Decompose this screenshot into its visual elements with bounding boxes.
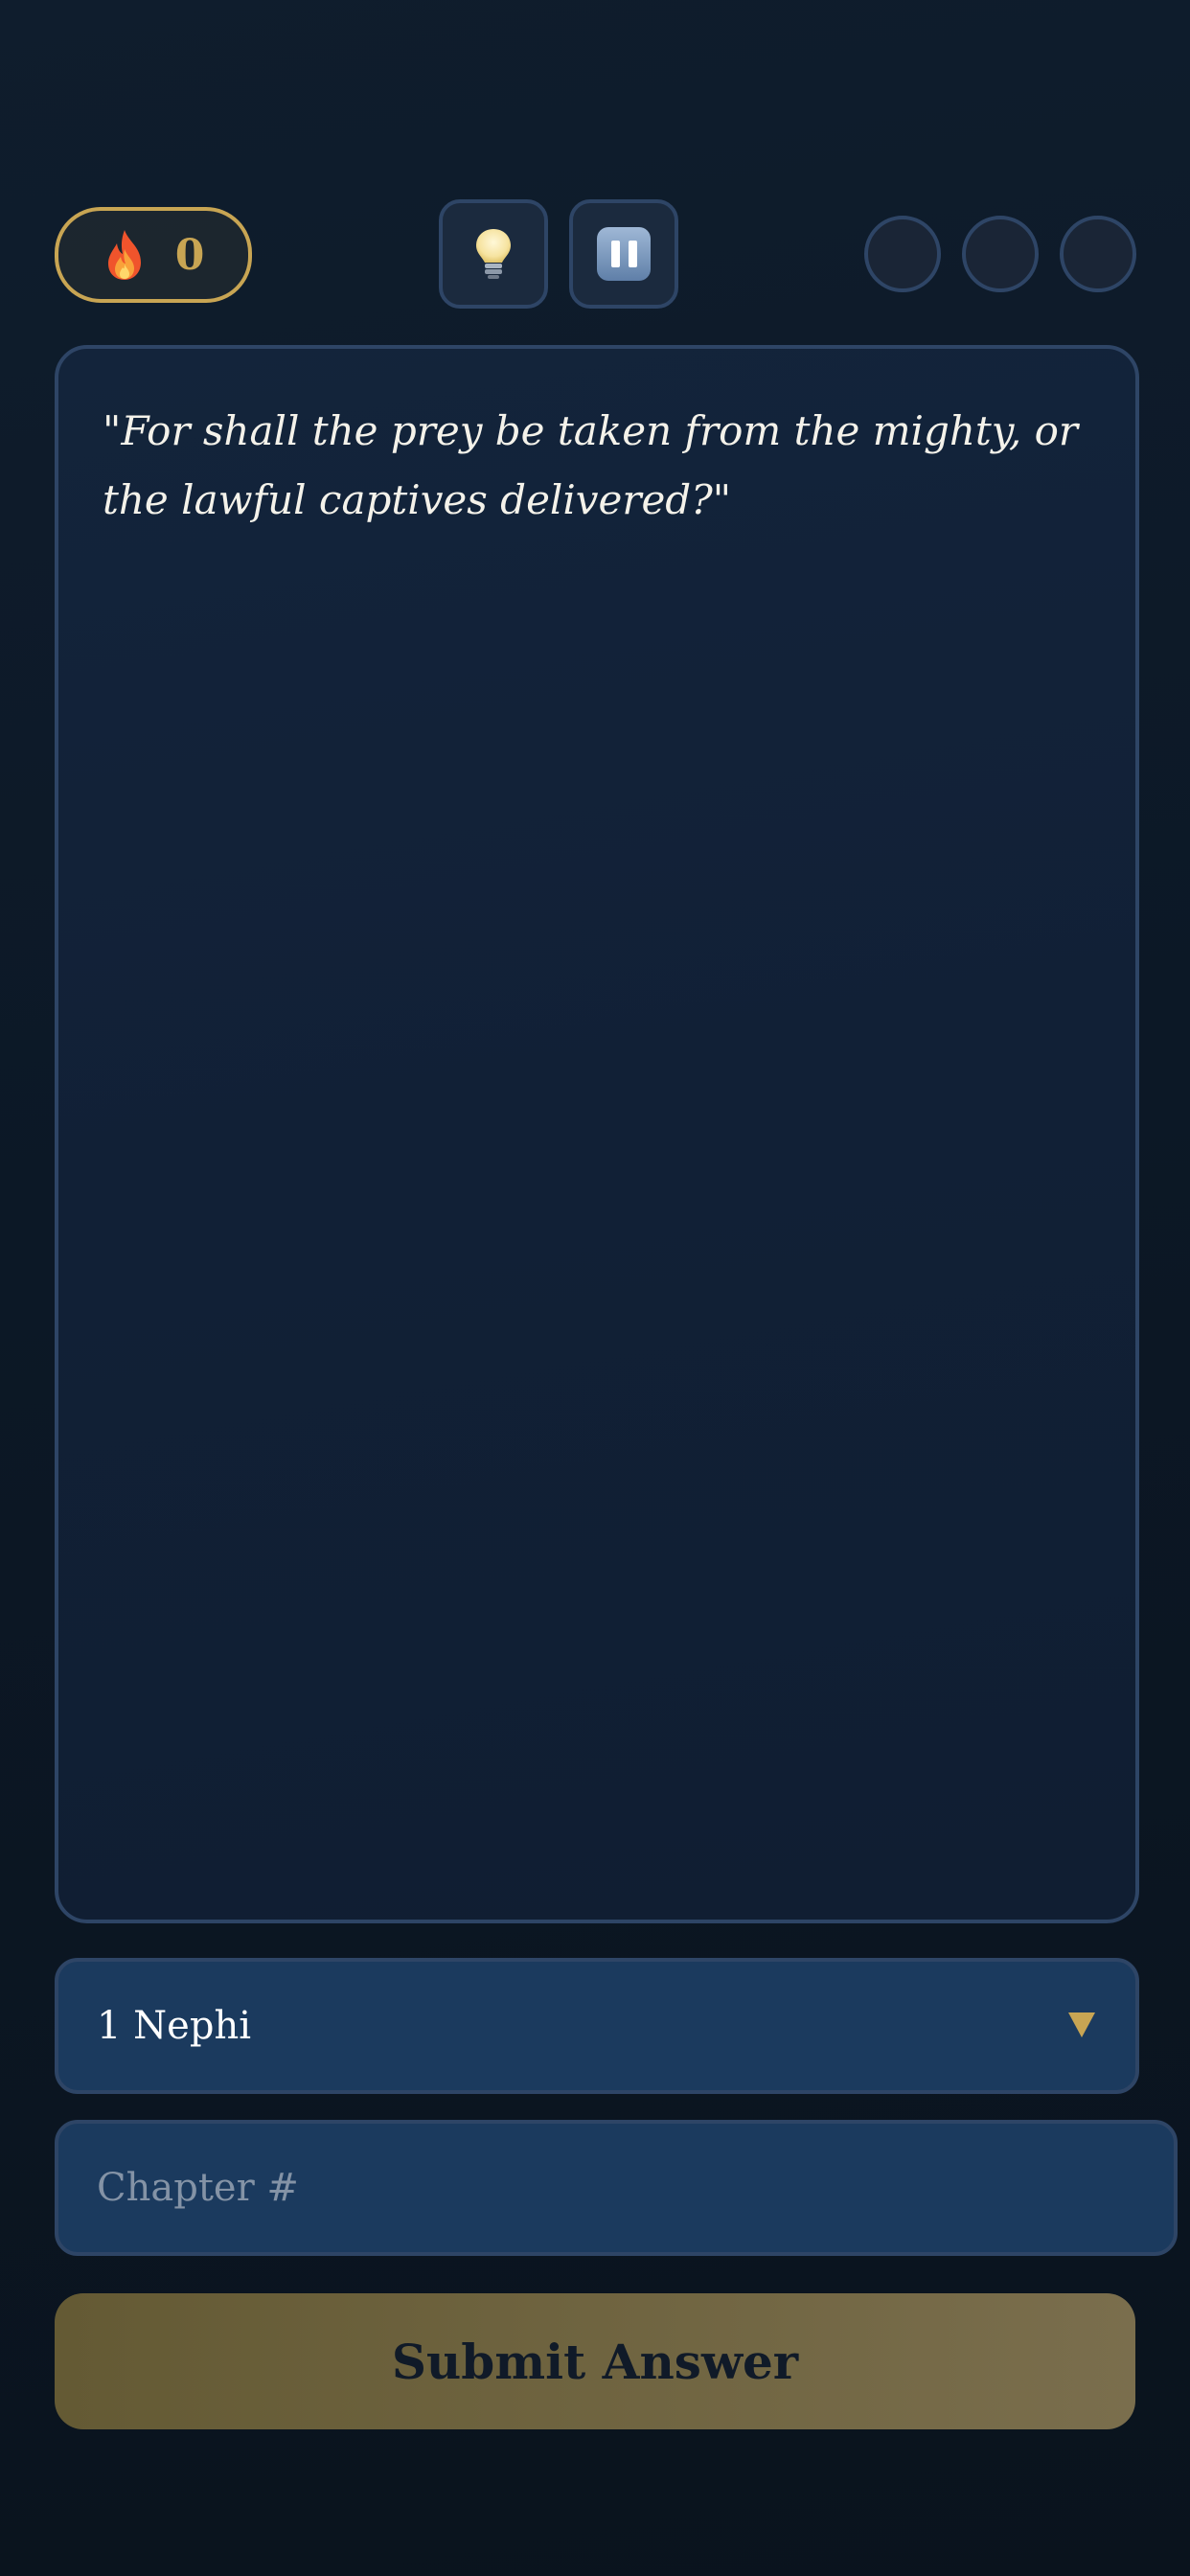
progress-dot: [1060, 216, 1136, 292]
progress-dot: [962, 216, 1039, 292]
hint-button[interactable]: [439, 199, 548, 309]
game-header: 0: [55, 199, 1136, 309]
streak-count: 0: [174, 230, 205, 280]
fire-icon: [107, 230, 141, 280]
submit-answer-button[interactable]: Submit Answer: [55, 2293, 1135, 2429]
progress-dot: [864, 216, 941, 292]
streak-counter: 0: [55, 207, 252, 303]
pause-icon: [597, 227, 651, 281]
book-select-value: 1 Nephi: [97, 2004, 251, 2048]
verse-card: "For shall the prey be taken from the mi…: [55, 345, 1139, 1923]
verse-text: "For shall the prey be taken from the mi…: [103, 407, 1078, 523]
chevron-down-icon: [1068, 2012, 1095, 2037]
chapter-input[interactable]: [55, 2120, 1178, 2256]
pause-button[interactable]: [569, 199, 678, 309]
book-select[interactable]: 1 Nephi: [55, 1958, 1139, 2094]
lightbulb-icon: [476, 229, 511, 279]
